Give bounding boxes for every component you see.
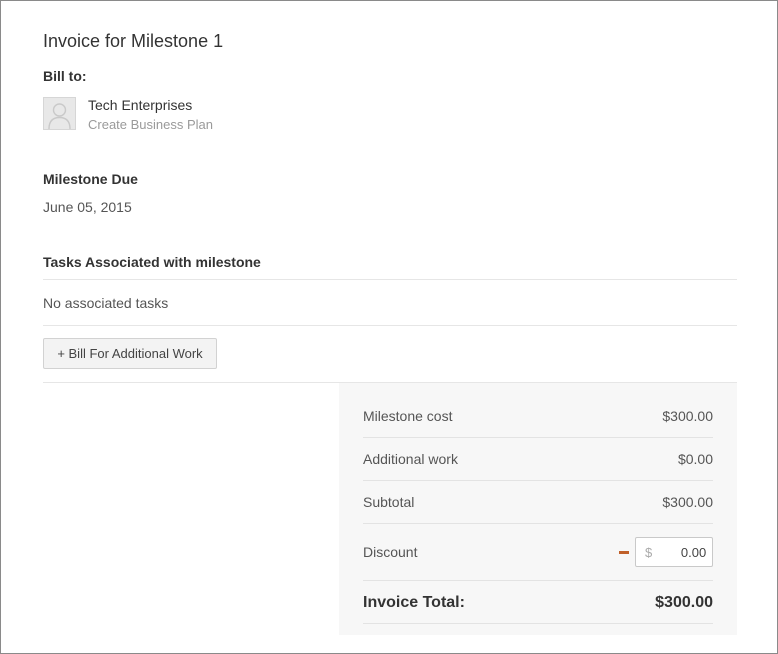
invoice-panel: Invoice for Milestone 1 Bill to: Tech En… (0, 0, 778, 654)
divider (363, 480, 713, 481)
subtotal-label: Subtotal (363, 494, 415, 510)
no-tasks-message: No associated tasks (43, 295, 169, 311)
summary-row-milestone-cost: Milestone cost $300.00 (363, 405, 713, 427)
summary-row-total: Invoice Total: $300.00 (363, 591, 713, 615)
bill-to-label: Bill to: (43, 68, 87, 84)
discount-controls: $ (619, 537, 713, 567)
invoice-title: Invoice for Milestone 1 (43, 31, 224, 51)
invoice-summary: Milestone cost $300.00 Additional work $… (339, 383, 737, 635)
divider (363, 437, 713, 438)
currency-symbol: $ (645, 544, 653, 560)
invoice-total-value: $300.00 (655, 594, 713, 611)
additional-work-value: $0.00 (677, 451, 713, 467)
milestone-cost-label: Milestone cost (363, 408, 453, 424)
user-silhouette-icon (44, 98, 75, 129)
milestone-cost-value: $300.00 (662, 408, 713, 424)
additional-work-label: Additional work (363, 451, 458, 467)
summary-row-discount: Discount $ (363, 536, 713, 568)
client-project-name: Create Business Plan (88, 117, 214, 132)
client-name[interactable]: Tech Enterprises (88, 97, 192, 113)
discount-field[interactable]: $ (635, 537, 713, 567)
milestone-due-label: Milestone Due (43, 171, 138, 187)
summary-row-additional-work: Additional work $0.00 (363, 448, 713, 470)
divider (43, 279, 737, 280)
divider (43, 325, 737, 326)
minus-icon[interactable] (619, 550, 629, 554)
tasks-section-label: Tasks Associated with milestone (43, 254, 261, 270)
divider (363, 623, 713, 624)
divider (363, 523, 713, 524)
bill-additional-work-button[interactable]: + Bill For Additional Work (43, 338, 217, 369)
summary-row-subtotal: Subtotal $300.00 (363, 491, 713, 513)
client-avatar-icon (43, 97, 76, 130)
discount-label: Discount (363, 544, 418, 560)
discount-input[interactable] (656, 544, 707, 560)
subtotal-value: $300.00 (662, 494, 713, 510)
milestone-due-date: June 05, 2015 (43, 199, 132, 215)
invoice-total-label: Invoice Total: (363, 594, 465, 611)
divider (363, 580, 713, 581)
